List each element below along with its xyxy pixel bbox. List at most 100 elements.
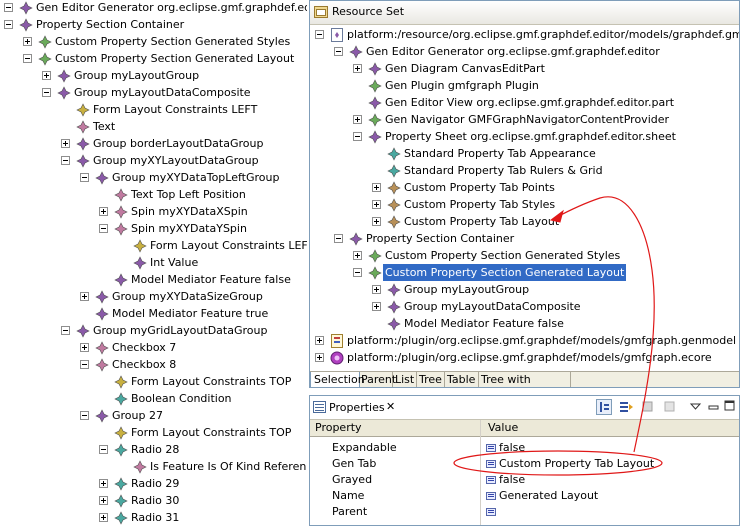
resource-tree-item-label: Standard Property Tab Rulers & Grid — [404, 164, 603, 177]
show-advanced-button[interactable] — [618, 399, 634, 415]
value-column-header[interactable]: Value — [488, 421, 518, 434]
expand-icon[interactable] — [23, 37, 32, 46]
collapse-icon[interactable] — [353, 268, 362, 277]
collapse-icon[interactable] — [99, 224, 108, 233]
diamond-tan-icon — [386, 197, 402, 213]
property-value[interactable]: false — [499, 472, 525, 488]
maximize-button[interactable] — [723, 399, 739, 415]
collapse-icon[interactable] — [61, 156, 70, 165]
diamond-purple-icon — [132, 255, 148, 271]
resource-set-panel: Resource Set platform:/resource/org.ecli… — [309, 0, 740, 388]
properties-title-bar: Properties ✕ — [310, 396, 739, 420]
diamond-teal-icon — [113, 391, 129, 407]
viewer-tab-tree[interactable]: Tree — [416, 372, 445, 387]
expand-icon[interactable] — [61, 139, 70, 148]
viewer-tab-table[interactable]: Table — [444, 372, 479, 387]
left-tree-item-label: Radio 30 — [131, 494, 180, 507]
resource-tree-item-label: Gen Editor Generator org.eclipse.gmf.gra… — [366, 45, 660, 58]
expand-icon[interactable] — [99, 207, 108, 216]
diamond-purple-icon — [367, 61, 383, 77]
property-row[interactable]: Name Generated Layout — [310, 488, 739, 504]
collapse-icon[interactable] — [334, 47, 343, 56]
maximize-icon — [724, 400, 735, 411]
property-row[interactable]: Grayed false — [310, 472, 739, 488]
property-row[interactable]: Parent — [310, 504, 739, 520]
collapse-icon[interactable] — [61, 326, 70, 335]
left-tree-view[interactable]: Gen Editor Generator org.eclipse.gmf.gra… — [0, 0, 307, 526]
diamond-yellow-icon — [113, 425, 129, 441]
left-tree-item-label: Group myLayoutGroup — [74, 69, 200, 82]
restore-default-button[interactable] — [662, 399, 678, 415]
viewer-tab-list[interactable]: List — [392, 372, 417, 387]
diamond-pink-icon — [113, 204, 129, 220]
collapse-icon[interactable] — [4, 3, 13, 12]
resource-set-tree[interactable]: platform:/resource/org.eclipse.gmf.graph… — [310, 25, 739, 371]
collapse-icon[interactable] — [80, 411, 89, 420]
collapse-icon[interactable] — [23, 54, 32, 63]
expand-icon[interactable] — [372, 285, 381, 294]
property-value[interactable]: Custom Property Tab Layout — [499, 456, 654, 472]
expand-icon[interactable] — [353, 64, 362, 73]
close-icon[interactable]: ✕ — [386, 400, 395, 413]
expand-icon[interactable] — [372, 200, 381, 209]
expand-icon[interactable] — [353, 251, 362, 260]
diamond-teal-icon — [386, 163, 402, 179]
diamond-pink-icon — [75, 119, 91, 135]
diamond-green-icon — [37, 34, 53, 50]
property-value[interactable]: Generated Layout — [499, 488, 598, 504]
collapse-icon[interactable] — [334, 234, 343, 243]
collapse-icon[interactable] — [353, 132, 362, 141]
viewer-tab-selection[interactable]: Selection — [310, 372, 365, 387]
expand-icon[interactable] — [315, 353, 324, 362]
viewer-tab-tree-with-columns[interactable]: Tree with Columns — [478, 372, 571, 387]
property-row[interactable]: Gen Tab Custom Property Tab Layout — [310, 456, 739, 472]
diamond-green-icon — [367, 248, 383, 264]
expand-icon[interactable] — [372, 302, 381, 311]
left-tree-item-label: Group myLayoutDataComposite — [74, 86, 251, 99]
view-menu-button[interactable] — [688, 399, 704, 415]
collapse-icon[interactable] — [80, 173, 89, 182]
minimize-button[interactable] — [707, 399, 723, 415]
resource-tree-item-label: Property Sheet org.eclipse.gmf.graphdef.… — [385, 130, 676, 143]
left-tree-item-label: Checkbox 8 — [112, 358, 177, 371]
collapse-icon[interactable] — [4, 20, 13, 29]
diamond-purple-icon — [348, 44, 364, 60]
expand-icon[interactable] — [372, 217, 381, 226]
value-list-icon — [486, 460, 496, 468]
property-row[interactable]: Expandable false — [310, 440, 739, 456]
properties-view-icon — [313, 401, 326, 413]
properties-panel: Properties ✕ Property Value Expandable f… — [309, 395, 740, 526]
property-column-header[interactable]: Property — [315, 421, 362, 434]
collapse-icon[interactable] — [99, 445, 108, 454]
diamond-tan-icon — [386, 214, 402, 230]
expand-icon[interactable] — [99, 479, 108, 488]
expand-icon[interactable] — [372, 183, 381, 192]
minimize-icon — [708, 405, 719, 410]
collapse-icon[interactable] — [42, 88, 51, 97]
diamond-purple-icon — [367, 129, 383, 145]
expand-icon[interactable] — [99, 496, 108, 505]
property-name: Gen Tab — [332, 457, 377, 470]
collapse-icon[interactable] — [315, 30, 324, 39]
collapse-icon[interactable] — [80, 360, 89, 369]
expand-icon[interactable] — [42, 71, 51, 80]
viewer-tab-parent[interactable]: Parent — [358, 372, 396, 387]
diamond-teal-icon — [113, 510, 129, 526]
expand-icon[interactable] — [99, 513, 108, 522]
property-value[interactable]: false — [499, 440, 525, 456]
resource-tree-item-label: Standard Property Tab Appearance — [404, 147, 596, 160]
expand-icon[interactable] — [80, 292, 89, 301]
diamond-purple-icon — [75, 136, 91, 152]
resource-tree-item-label: Custom Property Tab Points — [404, 181, 555, 194]
value-list-icon — [486, 508, 496, 516]
pin-button[interactable] — [640, 399, 656, 415]
left-tree-item-label: Group myXYLayoutDataGroup — [93, 154, 259, 167]
resource-tree-item-label: Custom Property Tab Layout — [404, 215, 560, 228]
left-tree-item-label: Model Mediator Feature true — [112, 307, 269, 320]
expand-icon[interactable] — [80, 343, 89, 352]
expand-icon[interactable] — [353, 115, 362, 124]
left-tree-item-label: Group myXYDataTopLeftGroup — [112, 171, 280, 184]
expand-icon[interactable] — [315, 336, 324, 345]
show-categories-button[interactable] — [596, 399, 612, 415]
value-list-icon — [486, 476, 496, 484]
